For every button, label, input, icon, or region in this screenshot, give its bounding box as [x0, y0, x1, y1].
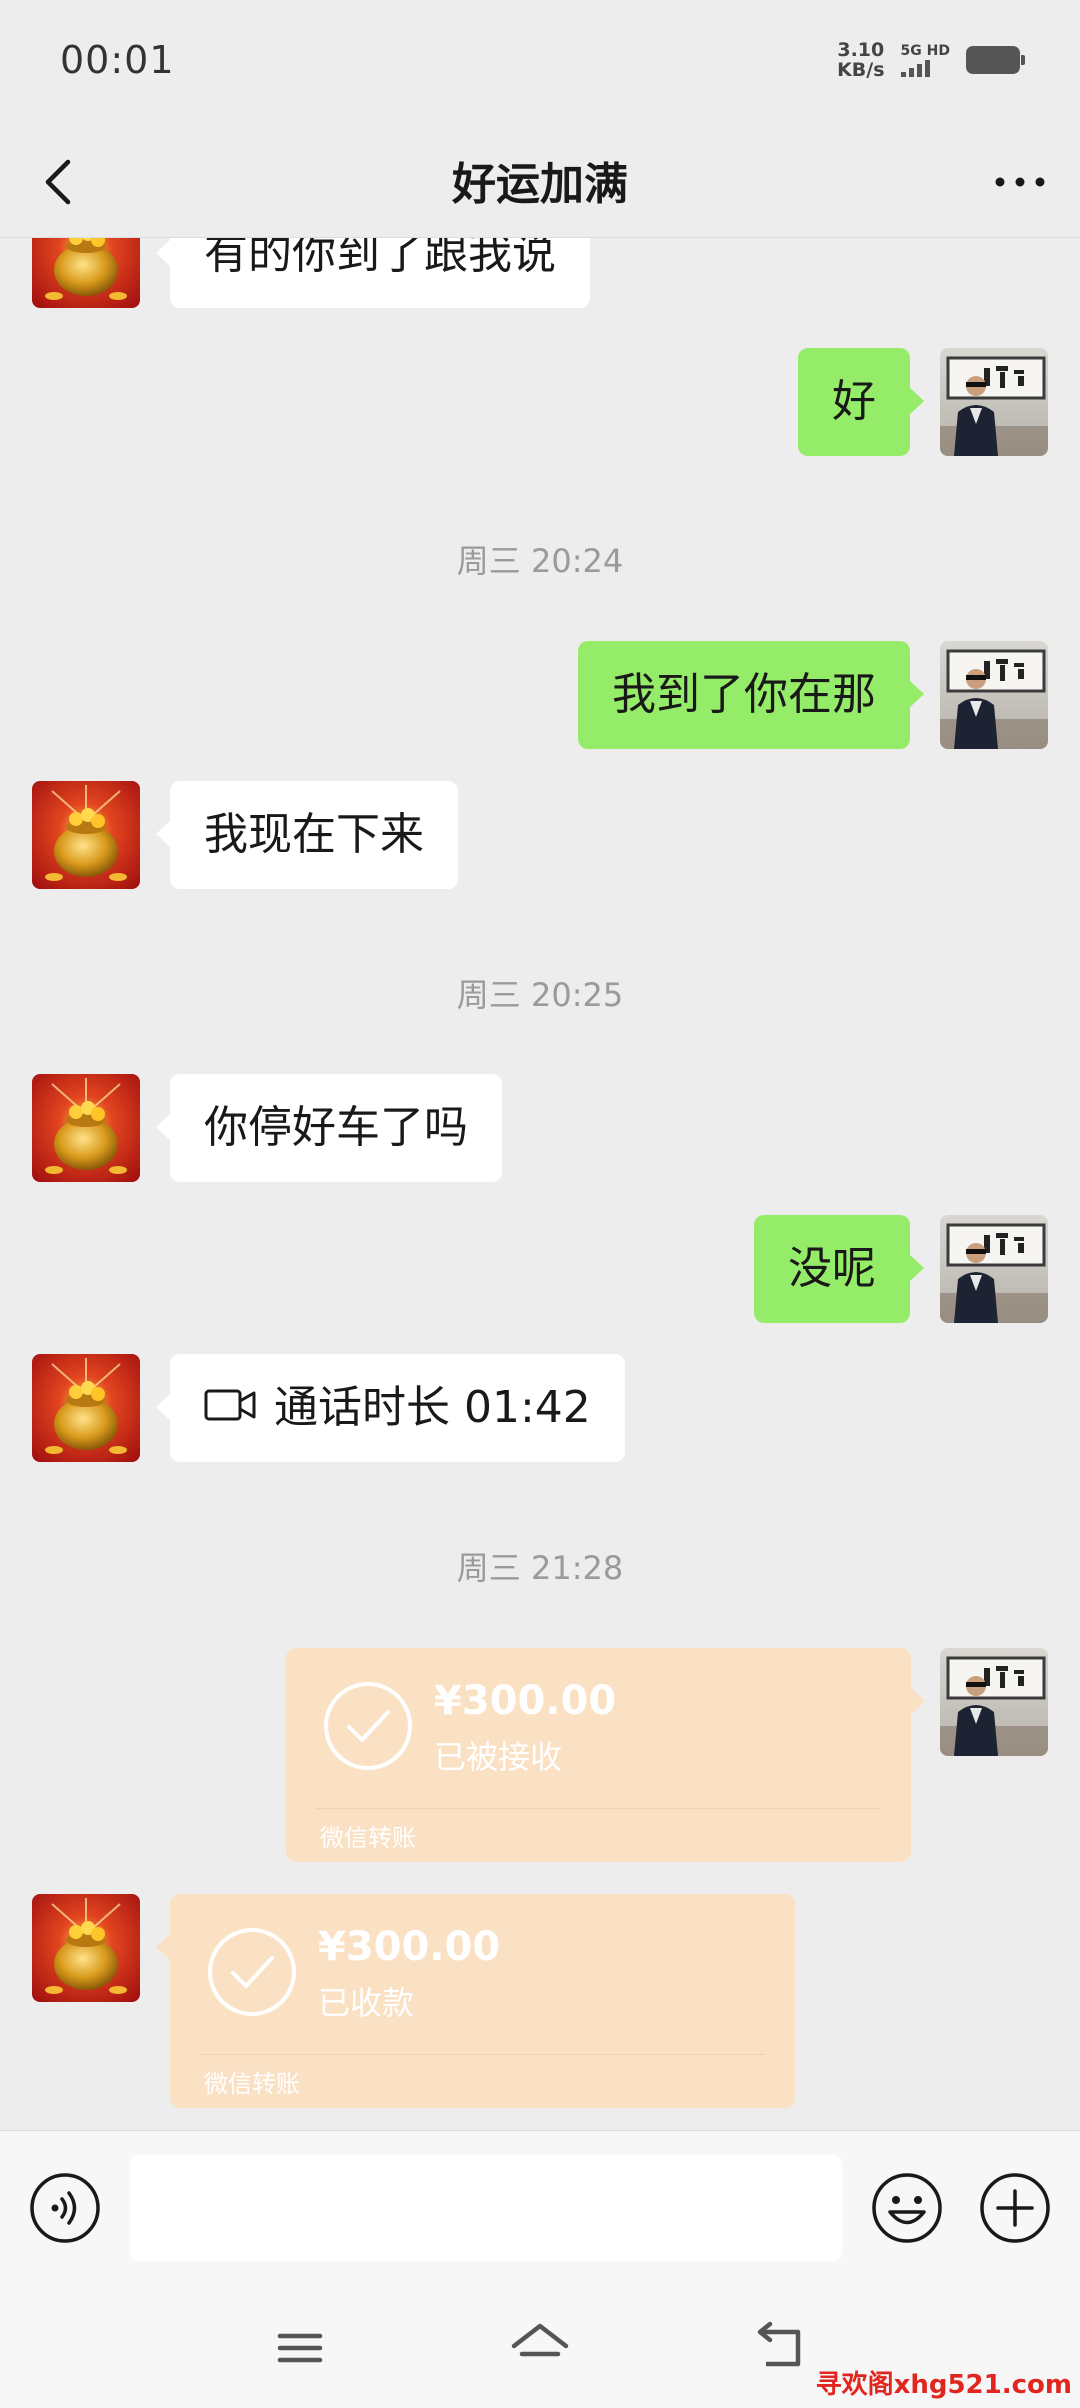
call-duration-text: 通话时长 01:42	[274, 1382, 591, 1433]
transfer-status: 已收款	[318, 1984, 415, 2022]
transfer-amount: ¥300.00	[434, 1678, 617, 1724]
transfer-label: 微信转账	[204, 2070, 300, 2098]
message-bubble-incoming[interactable]: 我现在下来	[156, 781, 458, 889]
network-speed-unit: KB/s	[837, 59, 885, 81]
message-text: 你停好车了吗	[204, 1102, 468, 1153]
user-avatar[interactable]	[940, 1215, 1048, 1323]
emoji-icon[interactable]	[870, 2171, 944, 2245]
contact-avatar[interactable]	[32, 238, 140, 308]
chat-header: 好运加满	[0, 130, 1080, 238]
check-circle-icon	[322, 1680, 414, 1772]
status-indicators: 3.10 KB/s 5G HD	[837, 40, 1025, 80]
message-text: 我到了你在那	[612, 669, 876, 720]
message-text: 好	[832, 376, 876, 427]
transfer-amount: ¥300.00	[318, 1924, 501, 1970]
signal-icon: 5G HD	[900, 43, 950, 77]
message-text: 没呢	[788, 1243, 876, 1294]
input-bar	[0, 2130, 1080, 2280]
chat-title: 好运加满	[452, 159, 628, 210]
user-avatar[interactable]	[940, 1648, 1048, 1756]
contact-avatar[interactable]	[32, 1074, 140, 1182]
message-bubble-outgoing[interactable]: 我到了你在那	[578, 641, 924, 749]
menu-icon[interactable]	[268, 2316, 332, 2380]
timestamp: 周三 21:28	[456, 1549, 624, 1587]
contact-avatar[interactable]	[32, 1354, 140, 1462]
user-avatar[interactable]	[940, 641, 1048, 749]
watermark: 寻欢阁xhg521.com	[815, 2370, 1072, 2400]
message-text: 我现在下来	[204, 809, 424, 860]
signal-label: 5G HD	[900, 43, 950, 59]
message-bubble-incoming[interactable]: 有的你到了跟我说	[156, 238, 590, 308]
user-avatar[interactable]	[940, 348, 1048, 456]
transfer-label: 微信转账	[320, 1824, 416, 1852]
call-record-bubble[interactable]: 通话时长 01:42	[156, 1354, 625, 1462]
home-icon[interactable]	[508, 2314, 572, 2378]
timestamp: 周三 20:24	[456, 542, 624, 580]
timestamp: 周三 20:25	[456, 976, 624, 1014]
message-bubble-incoming[interactable]: 你停好车了吗	[156, 1074, 502, 1182]
network-speed-value: 3.10	[837, 39, 885, 61]
check-circle-icon	[206, 1926, 298, 2018]
plus-circle-icon[interactable]	[978, 2171, 1052, 2245]
divider	[200, 2054, 765, 2055]
contact-avatar[interactable]	[32, 1894, 140, 2002]
back-icon[interactable]	[748, 2316, 812, 2380]
network-speed: 3.10 KB/s	[837, 40, 884, 80]
system-nav-bar: 寻欢阁xhg521.com	[0, 2280, 1080, 2408]
message-text: 有的你到了跟我说	[204, 238, 556, 279]
battery-icon	[966, 46, 1025, 74]
more-dots-icon[interactable]	[988, 152, 1052, 212]
transfer-status: 已被接收	[434, 1738, 563, 1776]
message-bubble-outgoing[interactable]: 没呢	[754, 1215, 924, 1323]
message-bubble-outgoing[interactable]: 好	[798, 348, 924, 456]
status-time: 00:01	[60, 38, 175, 82]
video-camera-icon	[204, 1354, 256, 1462]
status-bar: 00:01 3.10 KB/s 5G HD	[0, 0, 1080, 130]
transfer-card-outgoing[interactable]: ¥300.00 已被接收 微信转账	[286, 1648, 925, 1862]
message-list[interactable]: 有的你到了跟我说 好 周三 20:24 我到了你在那 我现在下来 周三 20:2…	[0, 238, 1080, 2130]
voice-icon[interactable]	[28, 2171, 102, 2245]
message-input[interactable]	[130, 2155, 842, 2261]
transfer-card-incoming[interactable]: ¥300.00 已收款 微信转账	[156, 1894, 795, 2108]
contact-avatar[interactable]	[32, 781, 140, 889]
divider	[316, 1808, 881, 1809]
